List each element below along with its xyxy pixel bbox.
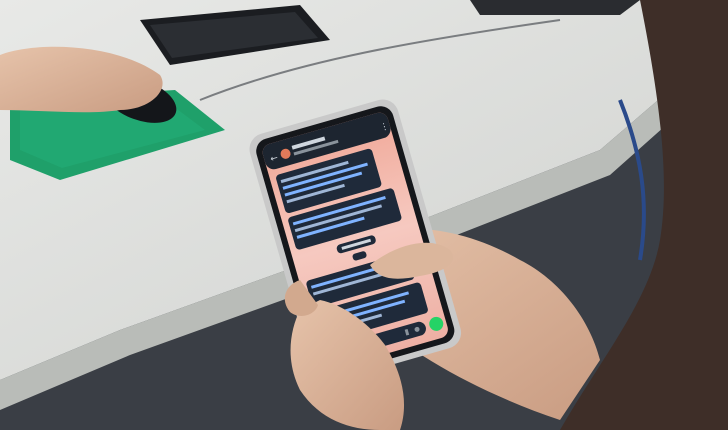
photo-scene: ← ⋮ [0,0,728,430]
